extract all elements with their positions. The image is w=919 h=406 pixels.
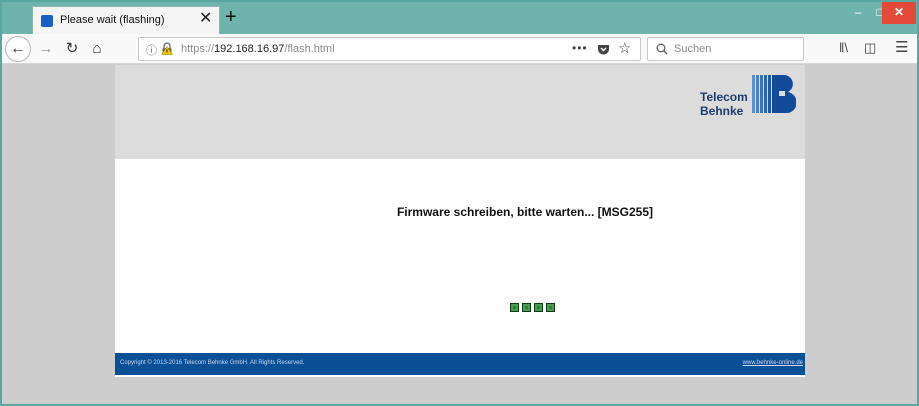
tab-bar: Please wait (flashing) ✕ + – □ ✕ <box>2 2 917 34</box>
page-actions-icon[interactable]: ••• <box>572 41 588 55</box>
progress-block <box>522 303 531 312</box>
search-bar[interactable]: Suchen <box>647 37 804 61</box>
footer-copyright: Copyright © 2013-2016 Telecom Behnke Gmb… <box>120 360 305 366</box>
pocket-icon[interactable] <box>597 43 610 56</box>
page-header: Telecom Behnke <box>115 65 805 159</box>
search-icon <box>656 43 668 55</box>
search-placeholder: Suchen <box>674 43 712 55</box>
close-window-button[interactable]: ✕ <box>882 2 916 24</box>
page-viewport: Telecom Behnke Firmware schreiben, bitte… <box>2 65 917 404</box>
brand-logo-text: Telecom Behnke <box>700 91 748 117</box>
browser-window: Please wait (flashing) ✕ + – □ ✕ ← → ↻ ⌂… <box>0 0 919 406</box>
sidebar-icon[interactable]: ◫ <box>864 40 876 56</box>
progress-block <box>510 303 519 312</box>
insecure-lock-icon[interactable] <box>161 42 173 55</box>
page-favicon-icon <box>41 15 53 27</box>
back-button[interactable]: ← <box>5 36 31 62</box>
library-icon[interactable]: ‖\ <box>839 40 848 55</box>
info-icon[interactable]: ⓘ <box>146 42 157 58</box>
navigation-bar: ← → ↻ ⌂ ⓘ https://192.168.16.97/flash.ht… <box>2 34 917 64</box>
progress-block <box>534 303 543 312</box>
url-path: /flash.html <box>284 43 335 55</box>
home-button[interactable]: ⌂ <box>86 38 108 60</box>
url-host: 192.168.16.97 <box>214 43 285 55</box>
progress-indicator <box>510 303 555 312</box>
progress-block <box>546 303 555 312</box>
url-text[interactable]: https://192.168.16.97/flash.html <box>181 43 335 55</box>
tab-active[interactable]: Please wait (flashing) ✕ <box>32 6 220 34</box>
tab-title: Please wait (flashing) <box>60 14 165 26</box>
logo-line-1: Telecom <box>700 90 748 104</box>
brand-logo-icon <box>752 75 796 113</box>
web-page: Telecom Behnke Firmware schreiben, bitte… <box>115 65 805 377</box>
footer-website-link[interactable]: www.behnke-online.de <box>743 360 803 366</box>
menu-icon[interactable]: ☰ <box>895 38 908 56</box>
page-footer: Copyright © 2013-2016 Telecom Behnke Gmb… <box>115 353 805 375</box>
status-message: Firmware schreiben, bitte warten... [MSG… <box>396 205 654 219</box>
url-bar[interactable]: ⓘ https://192.168.16.97/flash.html ••• ☆ <box>138 37 641 61</box>
tab-close-icon[interactable]: ✕ <box>199 10 212 28</box>
bookmark-star-icon[interactable]: ☆ <box>618 39 631 57</box>
url-scheme: https:// <box>181 43 215 55</box>
new-tab-button[interactable]: + <box>225 6 237 28</box>
forward-button[interactable]: → <box>35 38 57 60</box>
logo-line-2: Behnke <box>700 104 744 118</box>
reload-button[interactable]: ↻ <box>61 38 83 60</box>
